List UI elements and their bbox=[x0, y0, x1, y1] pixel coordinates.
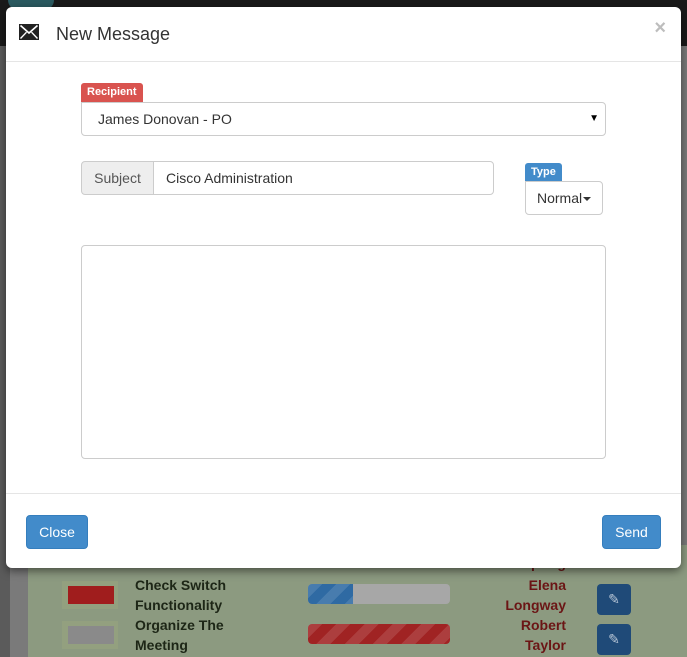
type-selected-value: Normal bbox=[537, 190, 583, 206]
subject-addon: Subject bbox=[81, 161, 154, 195]
task-name-line: Meeting bbox=[135, 637, 188, 653]
task-name: Check Switch Functionality bbox=[135, 575, 275, 615]
assignee-name: Robert Taylor bbox=[521, 615, 566, 655]
pencil-icon: ✎ bbox=[608, 591, 620, 607]
dialog-header: New Message × bbox=[6, 7, 681, 62]
type-label: Type bbox=[525, 163, 562, 182]
dialog-title: New Message bbox=[56, 24, 171, 44]
task-name-line: Functionality bbox=[135, 597, 223, 613]
progress-bar bbox=[308, 584, 450, 604]
status-color bbox=[68, 626, 114, 644]
caret-down-icon bbox=[583, 197, 592, 202]
recipient-select[interactable]: James Donovan - PO ▼ bbox=[81, 102, 606, 136]
pencil-icon: ✎ bbox=[608, 631, 620, 647]
progress-bar bbox=[308, 624, 450, 644]
assignee-name-line: Robert bbox=[520, 617, 566, 633]
assignee-name-line: Longway bbox=[505, 597, 566, 613]
recipient-label: Recipient bbox=[81, 83, 143, 102]
assignee-name-line: Taylor bbox=[525, 637, 566, 653]
dialog-footer: Close Send bbox=[6, 493, 681, 568]
progress-bar-fill bbox=[308, 624, 450, 644]
task-name-line: Check Switch bbox=[135, 577, 227, 593]
subject-input[interactable]: Cisco Administration bbox=[153, 161, 494, 195]
message-body-textarea[interactable] bbox=[81, 245, 606, 459]
close-icon[interactable]: × bbox=[654, 18, 666, 38]
task-name: Organize The Meeting bbox=[135, 615, 275, 655]
send-button[interactable]: Send bbox=[602, 515, 661, 549]
status-swatch bbox=[62, 621, 118, 649]
type-dropdown-button[interactable]: Normal bbox=[525, 181, 603, 215]
table-row: Check Switch Functionality Elena Longway… bbox=[28, 575, 687, 615]
new-message-dialog: New Message × Recipient James Donovan - … bbox=[6, 7, 681, 568]
recipient-selected-value: James Donovan - PO bbox=[98, 111, 232, 127]
close-button[interactable]: Close bbox=[26, 515, 88, 549]
assignee-name: Elena Longway bbox=[505, 575, 566, 615]
status-color bbox=[68, 586, 114, 604]
edit-button[interactable]: ✎ bbox=[597, 624, 631, 655]
assignee-name-line: Elena bbox=[528, 577, 566, 593]
status-swatch bbox=[62, 581, 118, 609]
progress-bar-fill bbox=[308, 584, 354, 604]
envelope-icon bbox=[19, 24, 39, 40]
edit-button[interactable]: ✎ bbox=[597, 584, 631, 615]
chevron-down-icon: ▼ bbox=[589, 113, 599, 124]
task-name-line: Organize The bbox=[135, 617, 224, 633]
table-row: Organize The Meeting Robert Taylor ✎ bbox=[28, 615, 687, 655]
